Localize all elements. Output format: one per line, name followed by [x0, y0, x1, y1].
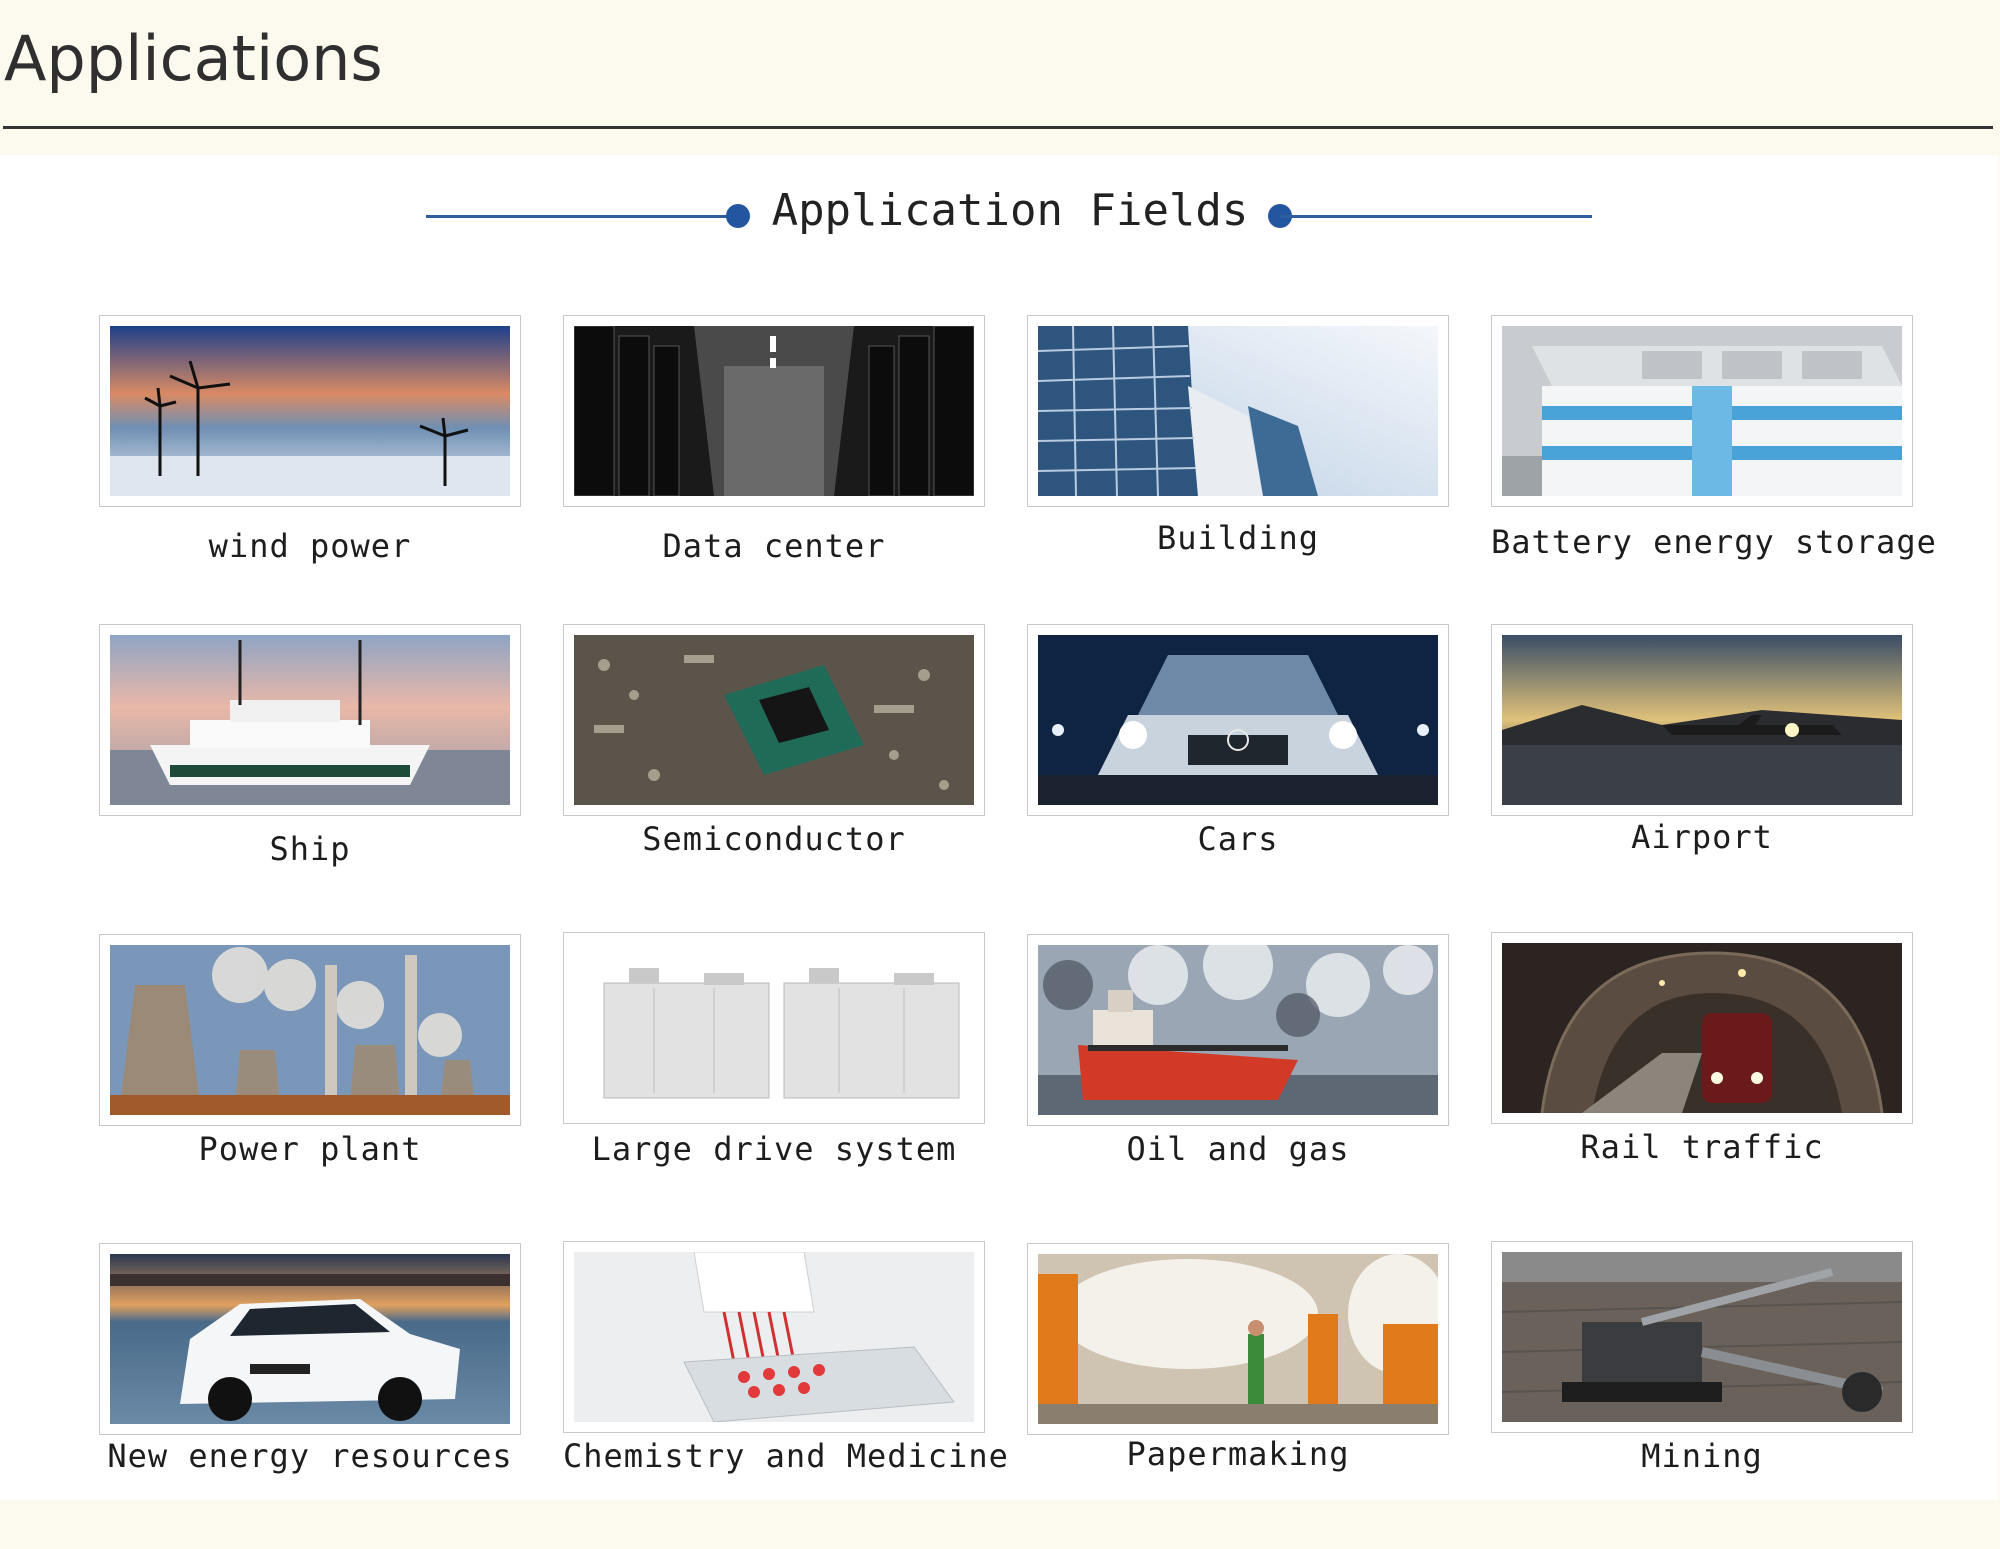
image-frame: [563, 315, 985, 507]
image-frame: [1027, 624, 1449, 816]
field-label: Building: [1156, 519, 1320, 557]
image-frame: [99, 934, 521, 1126]
field-label: Papermaking: [1126, 1435, 1350, 1473]
heading-line-left: [426, 215, 738, 218]
cooling-towers-photo: [110, 945, 510, 1115]
section-heading: Application Fields: [0, 175, 2000, 255]
server-room-photo: [574, 326, 974, 496]
image-frame: [1027, 934, 1449, 1126]
field-card-power-plant: Power plant: [99, 934, 521, 1168]
image-frame: [99, 624, 521, 816]
drive-cabinets-photo: [574, 943, 974, 1113]
field-card-large-drive: Large drive system: [563, 932, 985, 1168]
field-label: Mining: [1641, 1437, 1763, 1475]
field-label: Data center: [662, 527, 886, 565]
field-card-rail-traffic: Rail traffic: [1491, 932, 1913, 1166]
field-card-mining: Mining: [1491, 1241, 1913, 1475]
field-label: Battery energy storage: [1491, 523, 1937, 561]
image-frame: [563, 932, 985, 1124]
field-card-new-energy: New energy resources: [99, 1243, 521, 1475]
field-card-semiconductor: Semiconductor: [563, 624, 985, 858]
field-label: Cars: [1197, 820, 1279, 858]
image-frame: [99, 1243, 521, 1435]
field-card-wind-power: wind power: [99, 315, 521, 565]
field-card-building: Building: [1027, 315, 1449, 557]
mining-excavator-photo: [1502, 1252, 1902, 1422]
electric-car-photo: [110, 1254, 510, 1424]
field-card-ship: Ship: [99, 624, 521, 868]
footer-band: [0, 1500, 2000, 1549]
image-frame: [563, 1241, 985, 1433]
image-frame: [1491, 624, 1913, 816]
section-heading-text: Application Fields: [771, 185, 1249, 236]
image-frame: [99, 315, 521, 507]
ferry-ship-photo: [110, 635, 510, 805]
image-frame: [1491, 315, 1913, 507]
heading-line-right: [1280, 215, 1592, 218]
field-label: Oil and gas: [1126, 1130, 1350, 1168]
office-building-photo: [1038, 326, 1438, 496]
field-label: Semiconductor: [642, 820, 906, 858]
field-card-airport: Airport: [1491, 624, 1913, 856]
field-label: Rail traffic: [1580, 1128, 1824, 1166]
image-frame: [1027, 1243, 1449, 1435]
field-label: New energy resources: [107, 1437, 513, 1475]
page-header: Applications: [0, 0, 2000, 155]
subway-train-photo: [1502, 943, 1902, 1113]
page-title: Applications: [4, 22, 383, 95]
field-card-battery-storage: Battery energy storage: [1491, 315, 1937, 561]
field-label: wind power: [208, 527, 412, 565]
circuit-chip-photo: [574, 635, 974, 805]
field-label: Ship: [269, 830, 351, 868]
storage-facility-photo: [1502, 326, 1902, 496]
field-label: Power plant: [198, 1130, 422, 1168]
image-frame: [563, 624, 985, 816]
image-frame: [1491, 932, 1913, 1124]
image-frame: [1027, 315, 1449, 507]
image-frame: [1491, 1241, 1913, 1433]
cars-headlights-photo: [1038, 635, 1438, 805]
field-card-oil-gas: Oil and gas: [1027, 934, 1449, 1168]
tanker-ship-photo: [1038, 945, 1438, 1115]
field-label: Chemistry and Medicine: [563, 1437, 1009, 1475]
field-card-cars: Cars: [1027, 624, 1449, 858]
field-label: Airport: [1631, 818, 1773, 856]
paper-rolls-photo: [1038, 1254, 1438, 1424]
airplane-runway-photo: [1502, 635, 1902, 805]
field-card-papermaking: Papermaking: [1027, 1243, 1449, 1473]
field-card-data-center: Data center: [563, 315, 985, 565]
field-card-chemistry: Chemistry and Medicine: [563, 1241, 1009, 1475]
field-label: Large drive system: [591, 1130, 957, 1168]
header-divider: [3, 126, 1993, 129]
lab-pipette-photo: [574, 1252, 974, 1422]
wind-turbines-photo: [110, 326, 510, 496]
